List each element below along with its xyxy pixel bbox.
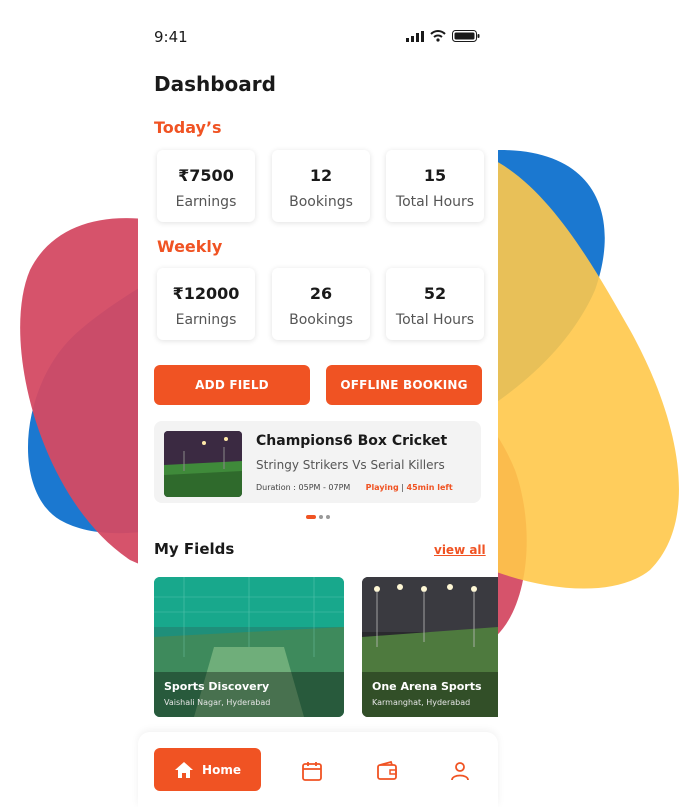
status-icons [406,30,480,42]
phone-screen: 9:41 Dashboard Today’s ₹7500 Earnings 12… [138,0,498,807]
stat-label: Earnings [175,194,237,210]
stat-label: Total Hours [395,194,475,210]
meta-separator: | [401,483,404,492]
booking-field-name: Champions6 Box Cricket [256,433,448,449]
live-booking-card[interactable]: Champions6 Box Cricket Stringy Strikers … [154,421,481,503]
stat-label: Total Hours [395,312,475,328]
carousel-dot[interactable] [326,515,330,519]
carousel-dot-active[interactable] [306,515,316,519]
field-card[interactable]: One Arena Sports Karmanghat, Hyderabad [362,577,498,717]
nav-home-button[interactable]: Home [154,748,261,791]
booking-duration: Duration : 05PM - 07PM [256,483,351,492]
status-time: 9:41 [154,28,188,46]
booking-thumbnail [164,431,242,497]
stat-value: ₹7500 [178,166,234,185]
booking-time-left: 45min left [406,483,453,492]
stat-value: 26 [309,284,333,303]
booking-match: Stringy Strikers Vs Serial Killers [256,458,445,472]
calendar-icon[interactable] [300,759,324,783]
field-location: Vaishali Nagar, Hyderabad [164,698,271,707]
nav-home-label: Home [202,762,241,777]
stat-label: Bookings [289,194,353,210]
stat-value: 15 [423,166,447,185]
today-earnings-card: ₹7500 Earnings [157,150,255,222]
battery-icon [452,30,480,42]
my-fields-heading: My Fields [154,540,235,558]
carousel-dots[interactable] [306,515,330,519]
bottom-nav: Home [138,732,498,807]
signal-icon [406,30,424,42]
weekly-earnings-card: ₹12000 Earnings [157,268,255,340]
field-name: Sports Discovery [164,680,270,693]
stat-value: ₹12000 [172,284,240,303]
today-section-label: Today’s [154,118,222,137]
stat-value: 12 [309,166,333,185]
today-hours-card: 15 Total Hours [386,150,484,222]
today-bookings-card: 12 Bookings [272,150,370,222]
stat-value: 52 [423,284,447,303]
booking-meta: Duration : 05PM - 07PM Playing | 45min l… [256,483,453,492]
field-image [362,577,498,717]
field-image [154,577,344,717]
carousel-dot[interactable] [319,515,323,519]
booking-status: Playing [365,483,399,492]
wifi-icon [430,30,446,42]
add-field-button[interactable]: ADD FIELD [154,365,310,405]
offline-booking-button[interactable]: OFFLINE BOOKING [326,365,482,405]
weekly-hours-card: 52 Total Hours [386,268,484,340]
wallet-icon[interactable] [375,759,399,783]
field-card[interactable]: Sports Discovery Vaishali Nagar, Hyderab… [154,577,344,717]
weekly-section-label: Weekly [157,237,223,256]
stat-label: Bookings [289,312,353,328]
view-all-link[interactable]: view all [434,543,486,557]
stat-label: Earnings [175,312,237,328]
home-icon [175,761,194,778]
field-location: Karmanghat, Hyderabad [372,698,471,707]
profile-icon[interactable] [448,759,472,783]
weekly-bookings-card: 26 Bookings [272,268,370,340]
page-title: Dashboard [154,72,276,96]
field-name: One Arena Sports [372,680,482,693]
